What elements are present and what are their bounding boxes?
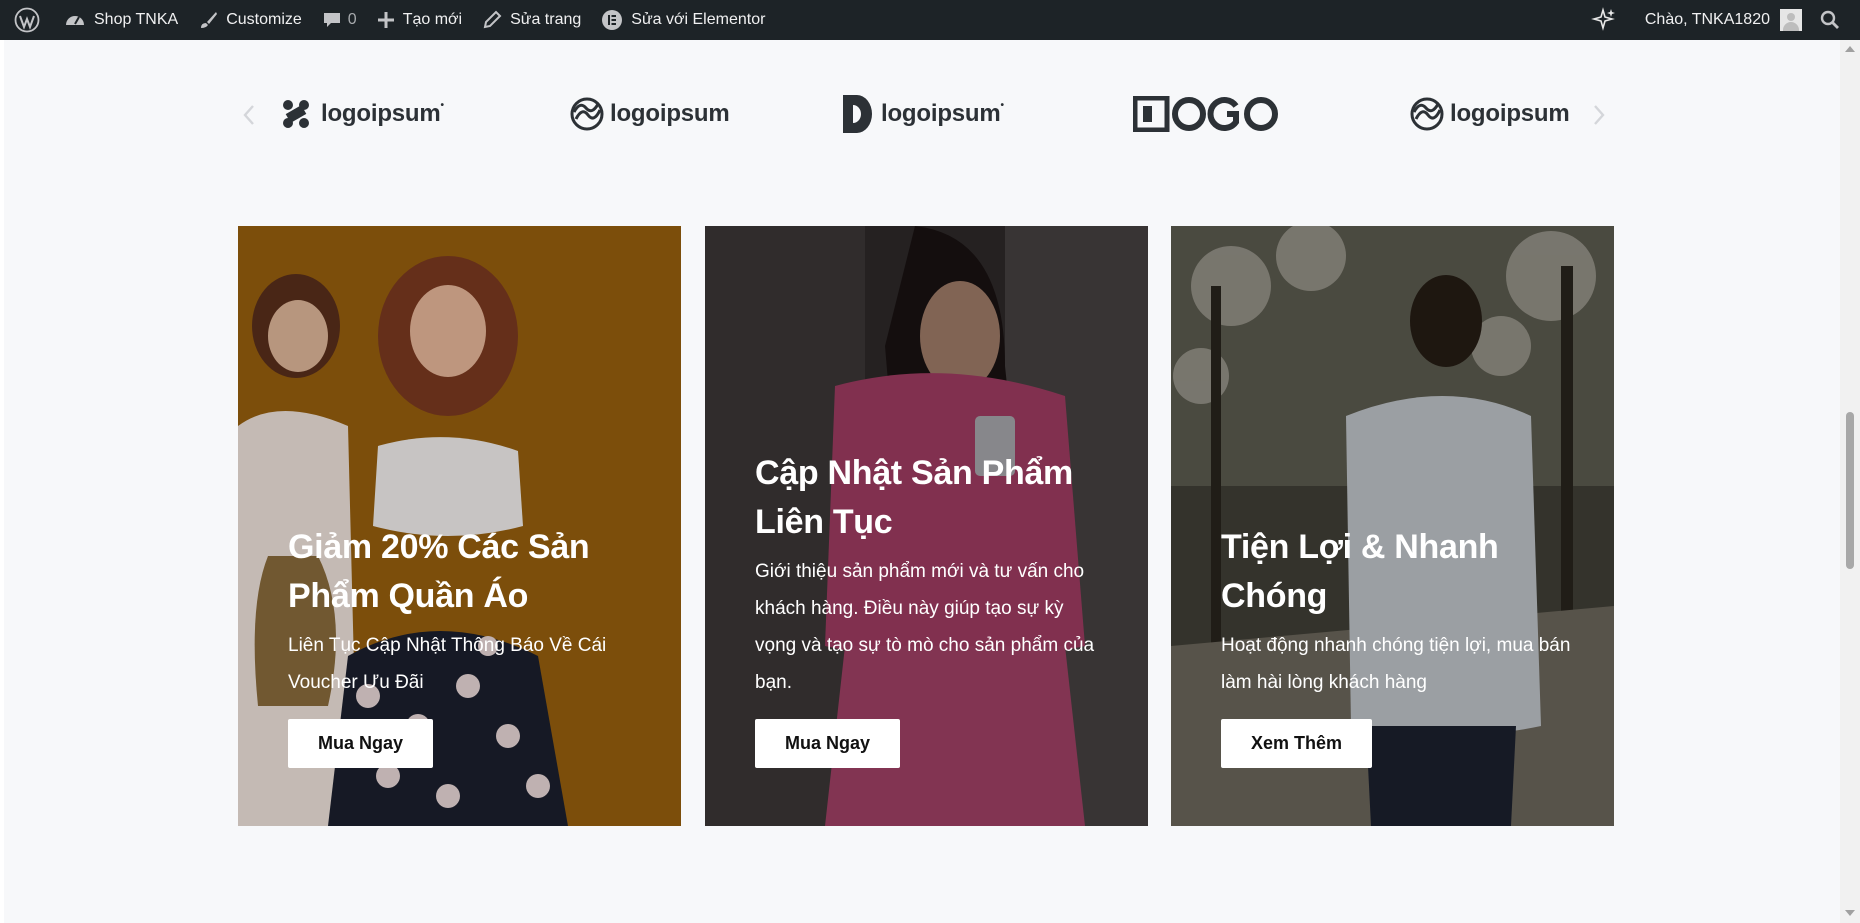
logo-text-2: logoipsum (610, 100, 730, 127)
brand-logo-3: logoipsum • (843, 86, 1004, 142)
wordpress-logo-button[interactable] (0, 0, 54, 40)
comments-count: 0 (347, 11, 357, 28)
brand-logo-4: LOGO (1133, 86, 1279, 142)
logo-text-5: logoipsum (1450, 100, 1570, 127)
comments-link[interactable]: 0 (312, 0, 367, 40)
admin-bar: Shop TNKA Customize 0 Tạo mới Sửa trang … (0, 0, 1860, 40)
edit-with-elementor-link[interactable]: Sửa với Elementor (591, 0, 775, 40)
new-label: Tạo mới (402, 11, 463, 28)
logoipsum-mark-icon (279, 97, 313, 131)
comment-icon (322, 10, 342, 30)
brand-logo-5: logoipsum (1410, 86, 1570, 142)
avatar (1780, 9, 1802, 31)
card-title: Tiện Lợi & Nhanh Chóng (1221, 528, 1499, 615)
elementor-icon (601, 9, 623, 31)
logoipsum-half-mark-icon (843, 95, 873, 133)
page-scrollbar[interactable] (1840, 40, 1860, 923)
brand-logo-2: logoipsum (570, 86, 730, 142)
dashboard-icon (64, 10, 86, 30)
carousel-prev-button[interactable] (242, 104, 258, 126)
wordpress-icon (14, 7, 40, 33)
paintbrush-icon (198, 10, 218, 30)
pencil-icon (482, 10, 502, 30)
scroll-down-arrow-icon[interactable] (1845, 910, 1855, 916)
logo-text-1: logoipsum (321, 100, 441, 127)
sparkle-icon (1590, 7, 1617, 33)
logo-text-4: LOGO (1133, 86, 1134, 87)
brand-logo-1: logoipsum • (279, 86, 444, 142)
customize-label: Customize (226, 11, 302, 28)
card-description: Liên Tục Cập Nhật Thông Báo Về Cái Vouch… (288, 635, 607, 693)
logo-text-3: logoipsum (881, 100, 1001, 127)
scroll-thumb[interactable] (1846, 412, 1854, 569)
card-title: Giảm 20% Các Sản Phẩm Quần Áo (288, 528, 590, 615)
search-button[interactable] (1812, 0, 1848, 40)
shop-now-button[interactable]: Mua Ngay (288, 719, 434, 768)
site-name-link[interactable]: Shop TNKA (54, 0, 188, 40)
promo-card-1: Giảm 20% Các Sản Phẩm Quần Áo Liên Tục C… (238, 226, 681, 826)
greeting-label: Chào, TNKA1820 (1644, 11, 1770, 28)
see-more-button[interactable]: Xem Thêm (1221, 719, 1373, 768)
promo-card-2: Cập Nhật Sản Phẩm Liên Tục Giới thiệu sả… (705, 226, 1148, 826)
edit-page-link[interactable]: Sửa trang (472, 0, 591, 40)
plus-icon (377, 11, 395, 29)
site-name: Shop TNKA (94, 11, 179, 28)
ai-sparkle-button[interactable] (1573, 0, 1635, 40)
edit-page-label: Sửa trang (510, 11, 582, 28)
logoipsum-circle-mark-icon (570, 97, 604, 131)
edit-elementor-label: Sửa với Elementor (631, 11, 766, 28)
my-account-menu[interactable]: Chào, TNKA1820 (1635, 0, 1812, 40)
card-description: Hoạt động nhanh chóng tiện lợi, mua bán … (1221, 635, 1571, 693)
customize-link[interactable]: Customize (188, 0, 312, 40)
scroll-up-arrow-icon[interactable] (1845, 46, 1855, 52)
carousel-next-button[interactable] (1592, 104, 1608, 126)
new-content-link[interactable]: Tạo mới (367, 0, 472, 40)
promo-card-3: Tiện Lợi & Nhanh Chóng Hoạt động nhanh c… (1171, 226, 1614, 826)
logo-carousel: logoipsum • logoipsum logoipsum • logoip… (240, 80, 1605, 150)
search-icon (1820, 10, 1840, 30)
card-title: Cập Nhật Sản Phẩm Liên Tục (755, 454, 1073, 541)
card-description: Giới thiệu sản phẩm mới và tư vấn cho kh… (755, 561, 1095, 693)
shop-now-button[interactable]: Mua Ngay (755, 719, 901, 768)
logo-block-mark-icon (1133, 96, 1279, 132)
logoipsum-circle-mark-icon-2 (1410, 97, 1444, 131)
